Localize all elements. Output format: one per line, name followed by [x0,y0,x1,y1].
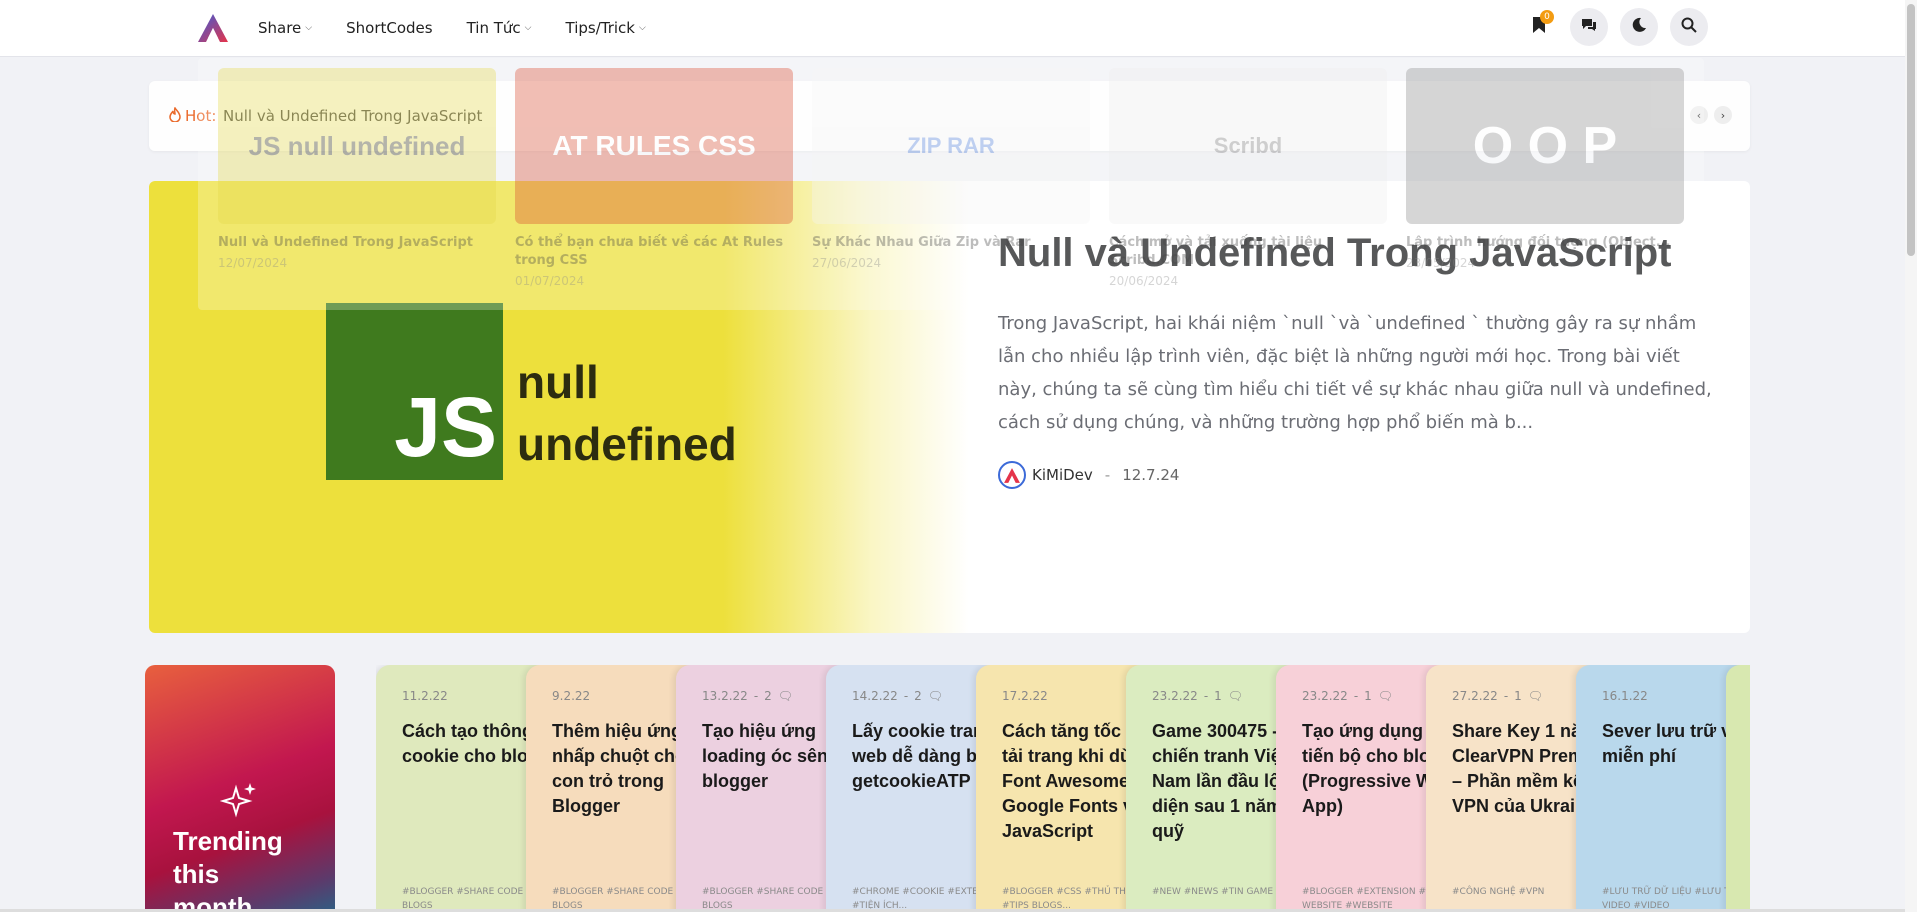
dropdown-post-card[interactable]: ZIP RAR Sự Khác Nhau Giữa Zip và Rar 27/… [812,68,1090,270]
sparkle-icon [219,780,260,829]
moon-icon [1631,17,1647,37]
comment-icon: 🗨 [1377,689,1394,703]
share-dropdown-preview: JS null undefined Null và Undefined Tron… [198,58,1704,310]
dropdown-post-thumb: Scribd [1109,68,1387,224]
featured-description: Trong JavaScript, hai khái niệm `null `v… [998,313,1712,433]
trending-heading-box: Trending this month [145,665,335,912]
meta-separator: - [903,689,909,703]
trending-card-date: 23.2.22 [1152,689,1198,703]
comment-icon: 🗨 [927,689,944,703]
dropdown-post-card[interactable]: O O P Lập trình hướng đối tượng (Object.… [1406,68,1684,270]
trending-cards: 11.2.22 Cách tạo thông báo cookie cho bl… [376,665,1750,912]
chat-button[interactable] [1570,8,1608,46]
nav-tin-tuc-label: Tin Tức [466,19,521,37]
dropdown-post-title: Lập trình hướng đối tượng (Object... [1406,235,1671,250]
chevron-down-icon: ⌵ [305,23,313,33]
next-arrow-icon[interactable]: › [1714,106,1732,124]
site-logo-icon[interactable] [196,12,230,44]
trending-heading: Trending this month [173,826,283,912]
trending-card-date: 27.2.22 [1452,689,1498,703]
nav-share-label: Share [258,19,302,37]
trending-card-date: 14.2.22 [852,689,898,703]
comment-count: 2 [914,689,922,703]
scrollbar-thumb[interactable] [1907,4,1915,256]
comment-count: 1 [1514,689,1522,703]
comment-icon: 🗨 [777,689,794,703]
meta-separator: - [1353,689,1359,703]
post-date: 12.7.24 [1122,466,1180,484]
meta-separator: - [753,689,759,703]
nav-share[interactable]: Share ⌵ [258,19,312,37]
dropdown-post-date: 01/07/2024 [515,274,585,288]
featured-meta: KiMiDev - 12.7.24 [998,461,1179,489]
dropdown-post-title: Null và Undefined Trong JavaScript [218,235,473,250]
meta-separator: - [1104,466,1111,484]
dropdown-post-card[interactable]: Scribd Cách mở và tải xuống tài liệu Scr… [1109,68,1387,288]
dropdown-post-thumb: O O P [1406,68,1684,224]
page-scrollbar[interactable] [1905,0,1917,912]
image-word-null: null [517,356,599,408]
chevron-down-icon: ⌵ [524,23,532,33]
dropdown-post-thumb: JS null undefined [218,68,496,224]
bookmark-count-badge: 0 [1540,10,1554,24]
dropdown-post-thumb: AT RULES CSS [515,68,793,224]
comment-count: 1 [1364,689,1372,703]
dropdown-post-date: 12/07/2024 [218,256,288,270]
trending-card-date: 9.2.22 [552,689,591,703]
dark-mode-button[interactable] [1620,8,1658,46]
dropdown-post-date: 23/05/2024 [1406,256,1476,270]
trending-card-partial[interactable] [1726,665,1750,912]
image-word-undefined: undefined [517,418,737,470]
main-nav: Share ⌵ ShortCodes Tin Tức ⌵ Tips/Trick ⌵ [258,0,646,56]
dropdown-post-card[interactable]: JS null undefined Null và Undefined Tron… [218,68,496,270]
nav-tin-tuc[interactable]: Tin Tức ⌵ [467,19,532,37]
nav-tips-trick[interactable]: Tips/Trick ⌵ [566,19,646,37]
comment-icon: 🗨 [1527,689,1544,703]
dropdown-post-date: 27/06/2024 [812,256,882,270]
search-button[interactable] [1670,8,1708,46]
trending-card-date: 17.2.22 [1002,689,1048,703]
nav-shortcodes-label: ShortCodes [346,19,433,37]
comment-count: 1 [1214,689,1222,703]
meta-separator: - [1503,689,1509,703]
fire-icon [169,106,181,126]
author-avatar[interactable] [998,461,1026,489]
trending-card-date: 13.2.22 [702,689,748,703]
featured-image-words: null undefined [517,351,737,475]
chat-icon [1580,17,1598,37]
comment-icon: 🗨 [1227,689,1244,703]
nav-shortcodes[interactable]: ShortCodes [346,19,432,37]
header-actions: 0 [1520,8,1708,46]
meta-separator: - [1203,689,1209,703]
search-icon [1681,17,1697,37]
trending-card-date: 23.2.22 [1302,689,1348,703]
trending-card-date: 16.1.22 [1602,689,1648,703]
dropdown-post-title: Cách mở và tải xuống tài liệu Scribd.COM [1109,235,1323,268]
trending-card[interactable]: 16.1.22 Sever lưu trữ video miễn phí #LƯ… [1576,665,1750,912]
bookmark-button[interactable]: 0 [1520,8,1558,46]
comment-count: 2 [764,689,772,703]
dropdown-post-title: Sự Khác Nhau Giữa Zip và Rar [812,235,1031,250]
dropdown-post-thumb: ZIP RAR [812,68,1090,224]
site-header: Share ⌵ ShortCodes Tin Tức ⌵ Tips/Trick ⌵ 0 [0,0,1905,57]
js-logo: JS [326,303,503,480]
dropdown-post-title: Có thể bạn chưa biết về các At Rules tro… [515,235,784,268]
nav-tips-trick-label: Tips/Trick [565,19,636,37]
author-name[interactable]: KiMiDev [1032,466,1093,484]
chevron-down-icon: ⌵ [639,23,646,33]
dropdown-post-date: 20/06/2024 [1109,274,1179,288]
trending-card-date: 11.2.22 [402,689,448,703]
dropdown-post-card[interactable]: AT RULES CSS Có thể bạn chưa biết về các… [515,68,793,288]
